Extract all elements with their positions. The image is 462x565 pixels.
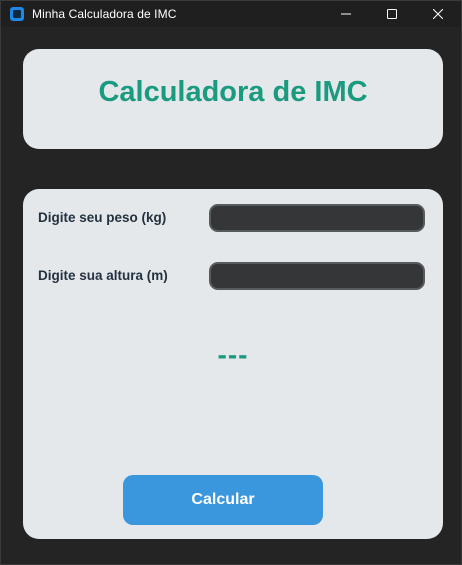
- app-window: Minha Calculadora de IMC Calculadora de …: [0, 0, 462, 565]
- minimize-button[interactable]: [323, 1, 369, 27]
- form-card: Digite seu peso (kg) Digite sua altura (…: [23, 189, 443, 539]
- result-display: ---: [217, 339, 249, 370]
- page-title: Calculadora de IMC: [98, 75, 368, 108]
- close-button[interactable]: [415, 1, 461, 27]
- app-icon: [10, 7, 24, 21]
- weight-input[interactable]: [209, 204, 425, 232]
- title-bar[interactable]: Minha Calculadora de IMC: [1, 1, 461, 27]
- window-title: Minha Calculadora de IMC: [32, 7, 177, 21]
- maximize-button[interactable]: [369, 1, 415, 27]
- header-card: Calculadora de IMC: [23, 49, 443, 149]
- weight-label: Digite seu peso (kg): [38, 210, 167, 225]
- minimize-icon: [341, 13, 351, 15]
- close-icon: [433, 9, 443, 19]
- height-label: Digite sua altura (m): [38, 268, 168, 283]
- calculate-button[interactable]: Calcular: [123, 475, 323, 525]
- window-controls: [323, 1, 461, 27]
- height-input[interactable]: [209, 262, 425, 290]
- maximize-icon: [387, 9, 397, 19]
